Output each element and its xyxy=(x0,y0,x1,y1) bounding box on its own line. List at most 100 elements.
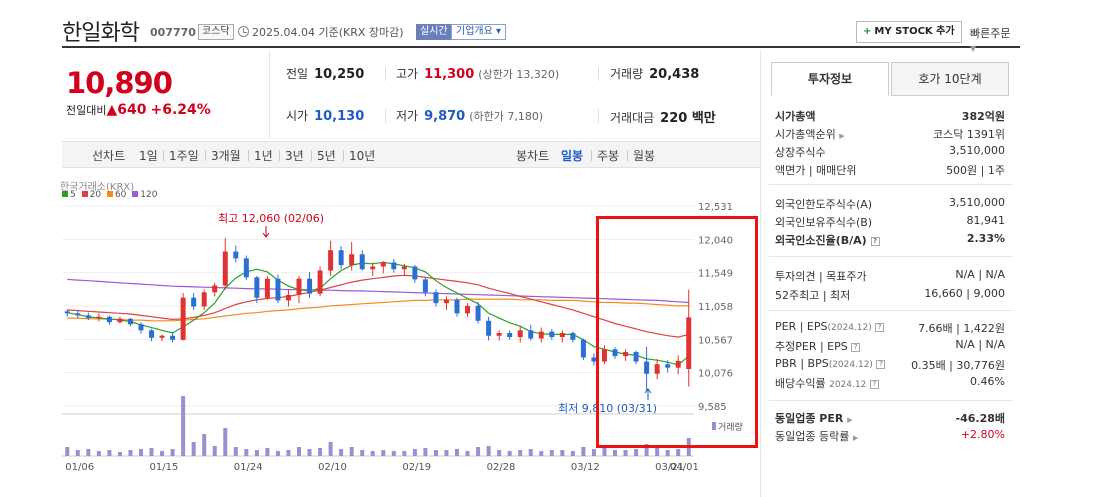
volume-bar xyxy=(265,448,270,456)
sector-rate-value: +2.80% xyxy=(960,428,1005,441)
help-icon[interactable]: ? xyxy=(876,360,886,369)
upper-limit: (상한가 13,320) xyxy=(478,68,560,81)
help-icon[interactable]: ? xyxy=(875,323,885,332)
pbr-year: (2024.12) xyxy=(828,360,873,370)
pbr-value: 0.35배 | 30,776원 xyxy=(911,359,1005,372)
candle-body xyxy=(412,266,418,280)
tab-invest-info[interactable]: 투자정보 xyxy=(771,62,889,96)
low-value: 9,870 xyxy=(424,109,466,124)
invest-info-panel: 투자정보 호가 10단계 시가총액 382억원 시가총액순위 ▶ 코스닥 1391위… xyxy=(760,50,1020,497)
sector-per-key: 동일업종 PER ▶ xyxy=(775,410,853,426)
per-value: 7.66배 | 1,422원 xyxy=(918,322,1005,335)
volume-bar xyxy=(86,449,91,456)
candle-body xyxy=(401,266,407,270)
divider xyxy=(598,67,599,81)
period-10y[interactable]: 10년 xyxy=(349,147,375,164)
volume-bar xyxy=(634,449,639,456)
candle-body xyxy=(159,335,165,338)
volume-bar xyxy=(665,450,670,456)
divider xyxy=(248,150,249,161)
volume-bar xyxy=(433,450,438,456)
period-1w[interactable]: 1주일 xyxy=(169,147,199,164)
candle-body xyxy=(117,318,123,323)
change-value: ▲640 xyxy=(106,102,147,118)
candle-body xyxy=(391,262,397,270)
volume-bar xyxy=(170,449,175,456)
change-percent: +6.24% xyxy=(150,102,211,118)
candle-daily[interactable]: 일봉 xyxy=(561,147,583,164)
volume-bar xyxy=(307,449,312,456)
add-mystock-button[interactable]: + MY STOCK 추가 xyxy=(856,21,962,43)
clock-icon xyxy=(238,26,249,37)
per-year: (2024.12) xyxy=(827,323,872,333)
divider xyxy=(627,150,628,161)
tab-orderbook[interactable]: 호가 10단계 xyxy=(891,62,1009,96)
fl-limit-value: 3,510,000 xyxy=(949,196,1005,209)
candle-monthly[interactable]: 월봉 xyxy=(633,147,655,164)
realtime-button[interactable]: 실시간 xyxy=(416,24,452,40)
row-sector-per[interactable]: 동일업종 PER ▶ -46.28배 xyxy=(775,410,1005,428)
help-icon[interactable]: ? xyxy=(869,380,879,389)
trade-amount: 거래대금 220 백만 xyxy=(610,107,716,126)
volume-bar xyxy=(223,428,228,456)
open-label: 시가 xyxy=(286,109,309,123)
volume-bar xyxy=(602,448,607,456)
help-icon[interactable]: ? xyxy=(870,237,880,246)
w52-label: 52주최고 | 최저 xyxy=(775,289,851,302)
company-info-dropdown[interactable]: 기업개요 ▾ xyxy=(451,24,506,40)
candle-body xyxy=(317,270,323,294)
candle-chart-label[interactable]: 봉차트 xyxy=(516,147,549,164)
fl-ratio-key: 외국인소진율(B/A) ? xyxy=(775,232,880,248)
candle-body xyxy=(496,333,502,336)
line-chart-label[interactable]: 선차트 xyxy=(92,147,125,164)
volume-bar xyxy=(581,447,586,456)
volume-bar xyxy=(423,448,428,456)
period-3y[interactable]: 3년 xyxy=(285,147,304,164)
volume-bar xyxy=(381,450,386,456)
period-bar: 선차트 1일 1주일 3개월 1년 3년 5년 10년 봉차트 일봉 주봉 월봉 xyxy=(62,141,760,168)
candle-body xyxy=(475,305,481,321)
candle-weekly[interactable]: 주봉 xyxy=(597,147,619,164)
period-5y[interactable]: 5년 xyxy=(317,147,336,164)
volume-bar xyxy=(455,449,459,456)
fl-limit-label: 외국인한도주식수(A) xyxy=(775,198,873,211)
quote-grid: 전일 10,250 고가 11,300 (상한가 13,320) 거래량 20,438 … xyxy=(270,50,760,138)
row-pbr: PBR | BPS(2024.12) ? 0.35배 | 30,776원 xyxy=(775,357,1005,375)
candle-body xyxy=(338,250,344,266)
row-fl-ratio: 외국인소진율(B/A) ? 2.33% xyxy=(775,232,1005,250)
period-1y[interactable]: 1년 xyxy=(254,147,273,164)
volume-bar xyxy=(570,451,575,456)
pbr-key: PBR | BPS(2024.12) ? xyxy=(775,357,886,370)
volume-bar xyxy=(676,449,681,456)
volume-bar xyxy=(318,448,323,456)
volume-bar xyxy=(549,450,554,456)
divider xyxy=(591,150,592,161)
volume-bar xyxy=(107,450,112,456)
open-price: 시가 10,130 xyxy=(286,107,364,124)
volume-bar xyxy=(212,446,217,456)
volume-bar xyxy=(244,449,249,456)
chevron-right-icon: ▶ xyxy=(839,132,845,140)
row-mktcap: 시가총액 382억원 xyxy=(775,108,1005,126)
row-rank[interactable]: 시가총액순위 ▶ 코스닥 1391위 xyxy=(775,126,1005,144)
help-icon[interactable]: ? xyxy=(851,343,861,352)
candle-body xyxy=(486,320,492,336)
volume-bar xyxy=(486,446,491,456)
volume-bar xyxy=(202,434,207,456)
stock-name: 한일화학 xyxy=(62,21,140,46)
volume-bar xyxy=(560,450,565,456)
volume-bar xyxy=(149,448,154,456)
period-1d[interactable]: 1일 xyxy=(139,147,158,164)
open-value: 10,130 xyxy=(314,109,365,124)
period-3m[interactable]: 3개월 xyxy=(211,147,241,164)
plus-icon: + xyxy=(863,26,872,37)
change-label: 전일대비 xyxy=(66,104,107,117)
volume-bar xyxy=(297,447,301,456)
candle-body xyxy=(570,333,576,340)
x-tick-label: 01/24 xyxy=(234,462,263,473)
row-div: 배당수익률 2024.12 ? 0.46% xyxy=(775,375,1005,393)
row-sector-rate[interactable]: 동일업종 등락률 ▶ +2.80% xyxy=(775,428,1005,446)
pbr-label: PBR | BPS xyxy=(775,357,829,370)
volume-bar xyxy=(275,451,280,456)
volume-bar xyxy=(191,442,196,456)
